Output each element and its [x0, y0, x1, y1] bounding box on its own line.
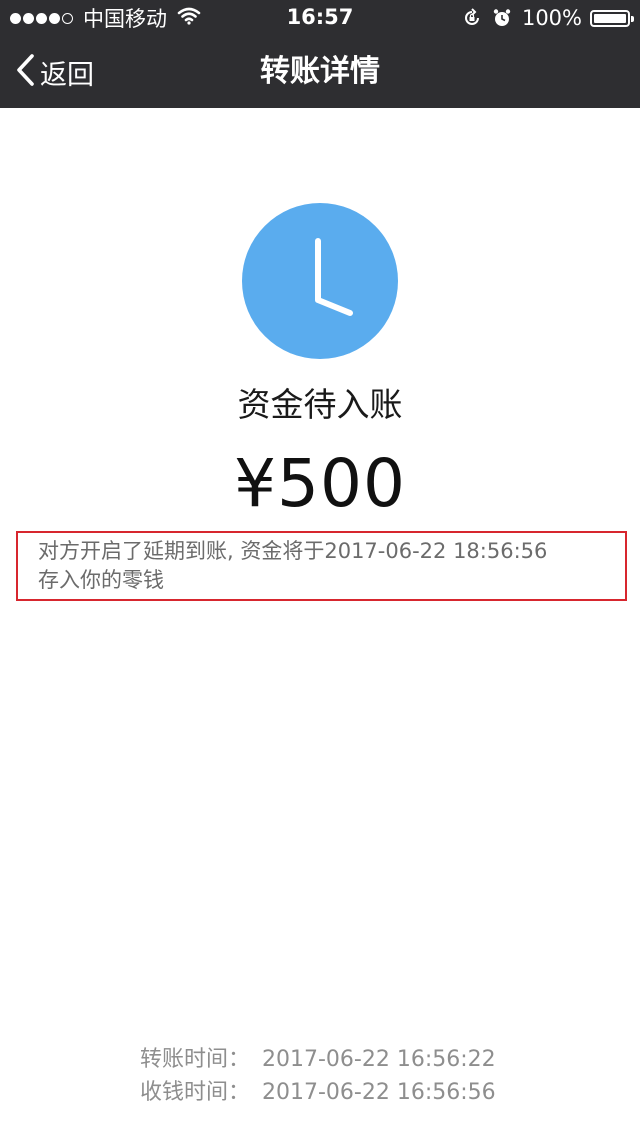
detail-label: 收钱时间： [140, 1080, 251, 1105]
battery-percentage: 100% [521, 6, 582, 30]
battery-icon [590, 9, 634, 27]
page-title: 转账详情 [260, 54, 380, 89]
chevron-left-icon [14, 53, 36, 91]
battery-level [594, 13, 626, 23]
transfer-details: 转账时间： 2017-06-22 16:56:22 收钱时间： 2017-06-… [0, 1043, 640, 1109]
detail-value: 2017-06-22 16:56:56 [262, 1080, 496, 1105]
status-bar: 中国移动 16:57 100% [0, 0, 640, 36]
notice-line: 存入你的零钱 [38, 568, 164, 592]
clock-icon [242, 203, 398, 359]
back-button[interactable]: 返回 [14, 36, 94, 108]
delayed-arrival-notice: 对方开启了延期到账, 资金将于2017-06-22 18:56:56 存入你的零… [16, 531, 627, 601]
detail-row-receive-time: 收钱时间： 2017-06-22 16:56:56 [0, 1076, 640, 1109]
alarm-icon [492, 8, 512, 28]
back-label: 返回 [40, 59, 94, 91]
detail-value: 2017-06-22 16:56:22 [262, 1047, 496, 1072]
battery-tip [631, 15, 634, 22]
transfer-amount: ¥500 [234, 445, 406, 522]
transfer-status-text: 资金待入账 [237, 385, 403, 424]
rotation-lock-icon [462, 8, 482, 28]
detail-row-transfer-time: 转账时间： 2017-06-22 16:56:22 [0, 1043, 640, 1076]
detail-label: 转账时间： [140, 1047, 251, 1072]
status-right: 100% [462, 5, 634, 31]
notice-line: 对方开启了延期到账, 资金将于2017-06-22 18:56:56 [38, 539, 548, 563]
navigation-bar: 转账详情 返回 [0, 36, 640, 108]
